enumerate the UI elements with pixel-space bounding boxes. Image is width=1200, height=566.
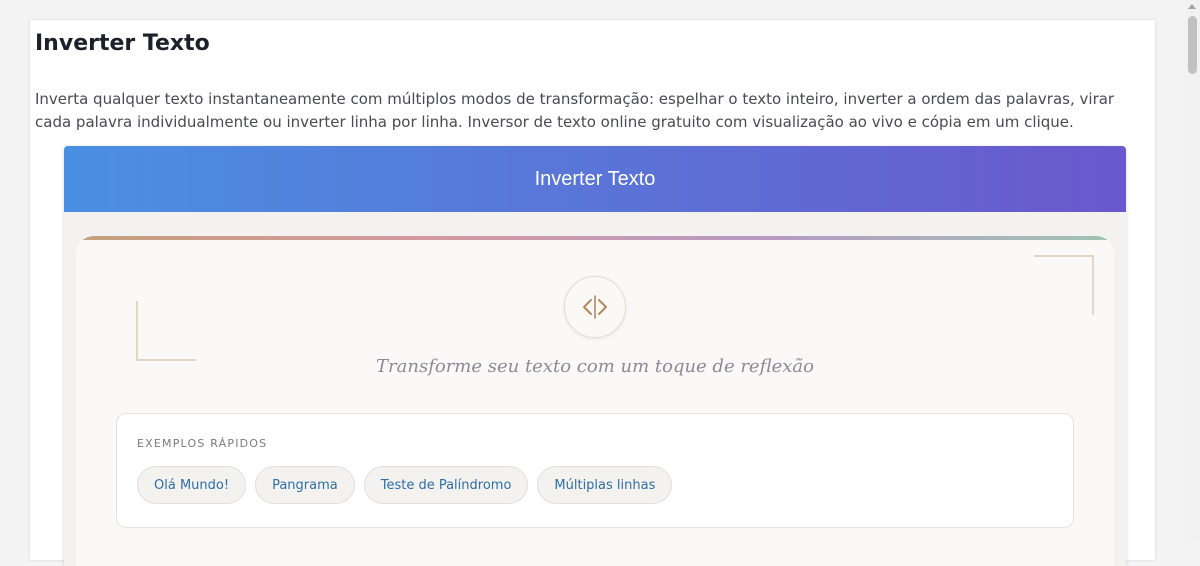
example-chip-pangrama[interactable]: Pangrama	[255, 466, 355, 504]
scroll-up-arrow-icon[interactable]	[1188, 4, 1196, 9]
decorative-corner-top-right	[1034, 255, 1094, 315]
example-chips: Olá Mundo! Pangrama Teste de Palíndromo …	[137, 466, 673, 504]
quick-examples-panel: EXEMPLOS RÁPIDOS Olá Mundo! Pangrama Tes…	[116, 413, 1074, 528]
vertical-scrollbar[interactable]	[1185, 0, 1200, 543]
page-description: Inverta qualquer texto instantaneamente …	[35, 90, 1115, 131]
mirror-code-icon	[564, 276, 626, 338]
page-container: Inverter Texto Inverta qualquer texto in…	[30, 20, 1155, 566]
example-chip-ola-mundo[interactable]: Olá Mundo!	[137, 466, 247, 504]
scrollbar-thumb[interactable]	[1188, 16, 1197, 74]
widget-header-title: Inverter Texto	[534, 167, 656, 190]
widget-card: Transforme seu texto com um toque de ref…	[76, 236, 1114, 566]
card-accent-bar	[76, 236, 1114, 240]
example-chip-palindromo[interactable]: Teste de Palíndromo	[363, 466, 529, 504]
example-chip-multiplas-linhas[interactable]: Múltiplas linhas	[537, 466, 673, 504]
tagline: Transforme seu texto com um toque de ref…	[376, 356, 814, 377]
text-reverser-widget: Inverter Texto Transforme seu texto com …	[64, 146, 1126, 566]
widget-header: Inverter Texto	[64, 146, 1126, 212]
decorative-corner-bottom-left	[136, 301, 196, 361]
page-title: Inverter Texto	[35, 31, 210, 56]
quick-examples-label: EXEMPLOS RÁPIDOS	[137, 437, 268, 450]
